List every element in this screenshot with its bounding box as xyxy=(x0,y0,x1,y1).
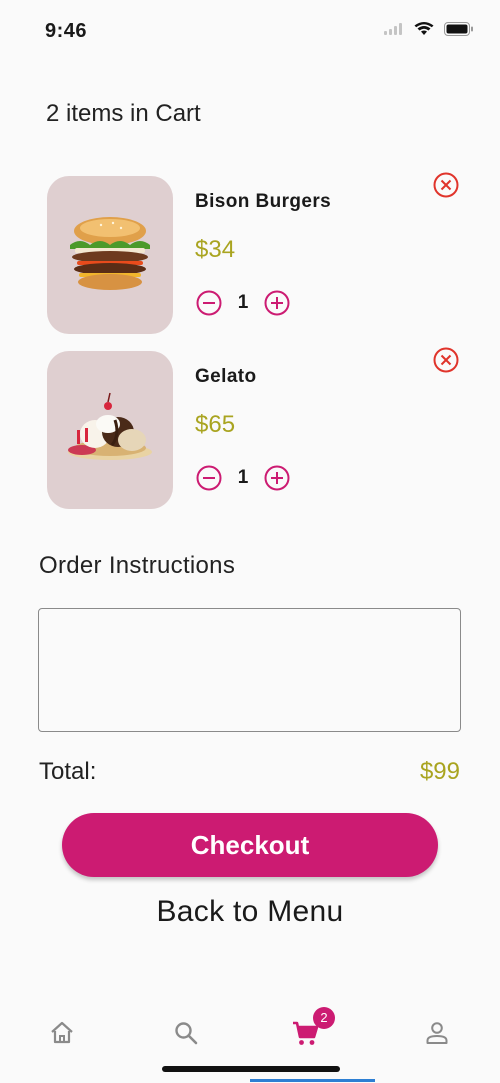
plus-circle-icon xyxy=(264,290,290,316)
quantity-stepper: 1 xyxy=(195,289,291,317)
search-icon xyxy=(175,1022,198,1045)
remove-circle-icon xyxy=(433,347,459,373)
status-time: 9:46 xyxy=(45,20,88,42)
cart-item: Bison Burgers $34 1 xyxy=(0,172,500,336)
quantity-stepper: 1 xyxy=(195,464,291,492)
nav-profile[interactable] xyxy=(417,1016,457,1050)
increase-quantity-button[interactable] xyxy=(263,289,291,317)
item-price: $65 xyxy=(195,411,236,438)
wifi-icon xyxy=(414,22,434,35)
status-icons xyxy=(384,22,474,36)
total-value: $99 xyxy=(419,758,460,785)
increase-quantity-button[interactable] xyxy=(263,464,291,492)
cart-title: 2 items in Cart xyxy=(46,100,201,127)
minus-circle-icon xyxy=(196,465,222,491)
cart-item: Gelato $65 1 xyxy=(0,347,500,511)
remove-item-button[interactable] xyxy=(431,170,461,200)
order-instructions-label: Order Instructions xyxy=(39,552,236,579)
minus-circle-icon xyxy=(196,290,222,316)
status-bar: 9:46 xyxy=(0,0,500,64)
quantity-value: 1 xyxy=(237,292,249,313)
remove-item-button[interactable] xyxy=(431,345,461,375)
signal-icon xyxy=(384,23,402,35)
decrease-quantity-button[interactable] xyxy=(195,289,223,317)
quantity-value: 1 xyxy=(237,467,249,488)
remove-circle-icon xyxy=(433,172,459,198)
home-icon xyxy=(51,1021,73,1044)
person-icon xyxy=(426,1022,448,1044)
item-name: Bison Burgers xyxy=(195,191,332,212)
nav-home[interactable] xyxy=(42,1016,82,1050)
item-name: Gelato xyxy=(195,366,257,387)
active-tab-indicator xyxy=(250,1079,375,1082)
battery-icon xyxy=(444,22,473,36)
burger-image xyxy=(47,176,173,334)
order-instructions-field[interactable] xyxy=(38,608,461,732)
plus-circle-icon xyxy=(264,465,290,491)
nav-search[interactable] xyxy=(166,1016,206,1050)
home-indicator xyxy=(162,1066,340,1072)
back-to-menu-link[interactable]: Back to Menu xyxy=(0,895,500,929)
sundae-image xyxy=(47,351,173,509)
checkout-button[interactable]: Checkout xyxy=(62,813,438,877)
decrease-quantity-button[interactable] xyxy=(195,464,223,492)
item-price: $34 xyxy=(195,236,236,263)
total-label: Total: xyxy=(39,758,97,785)
cart-count-badge: 2 xyxy=(313,1007,335,1029)
